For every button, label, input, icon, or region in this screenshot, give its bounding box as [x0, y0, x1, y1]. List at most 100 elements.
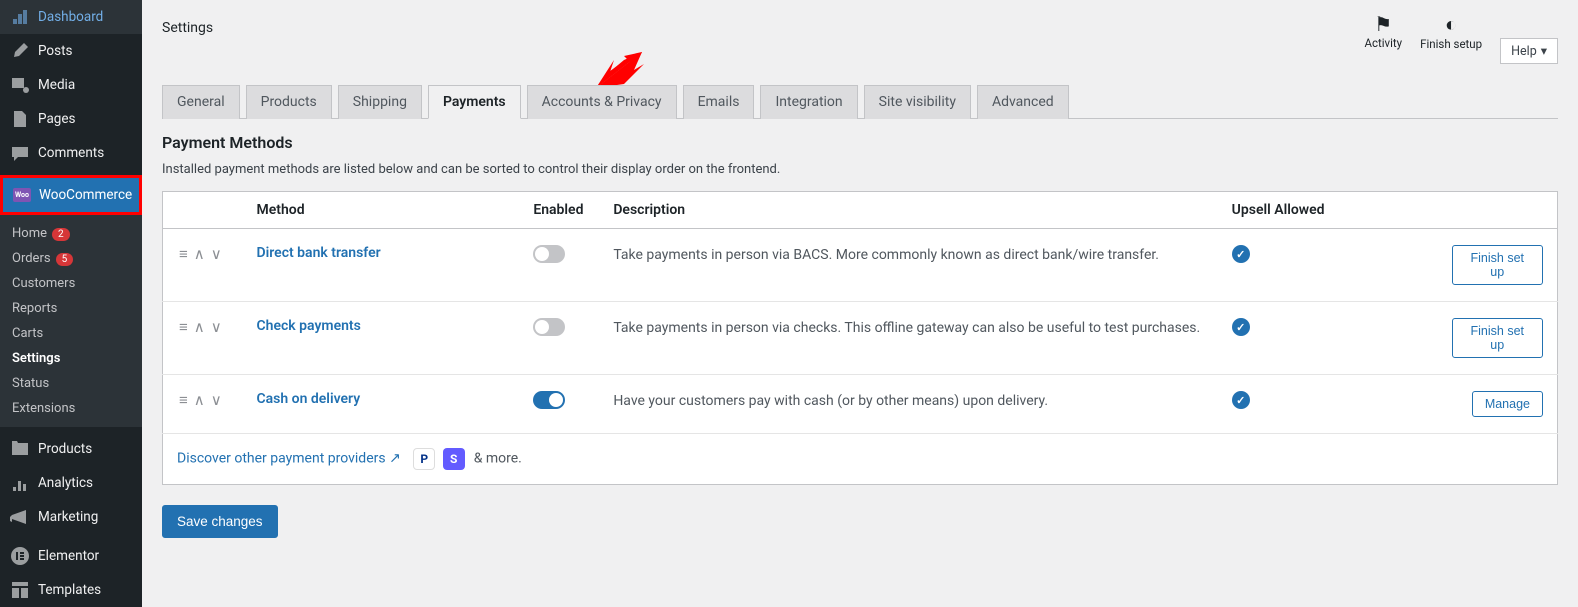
method-description: Take payments in person via BACS. More c… — [599, 229, 1217, 302]
sidebar-item-label: Templates — [38, 582, 101, 598]
sidebar-item-label: Comments — [38, 145, 104, 161]
main-content: Settings ⚑ Activity ◐ Finish setup Help … — [142, 0, 1578, 607]
payment-method-link[interactable]: Check payments — [257, 318, 361, 334]
finish-set-up-button[interactable]: Finish set up — [1452, 245, 1544, 285]
tab-general[interactable]: General — [162, 85, 240, 119]
enabled-toggle[interactable] — [533, 391, 565, 409]
tab-site-visibility[interactable]: Site visibility — [864, 85, 971, 119]
sidebar-item-dashboard[interactable]: Dashboard — [0, 0, 142, 34]
check-icon: ✓ — [1232, 318, 1250, 336]
submenu-item-settings[interactable]: Settings — [0, 346, 142, 371]
enabled-toggle[interactable] — [533, 318, 565, 336]
count-badge: 5 — [56, 253, 74, 266]
progress-icon: ◐ — [1420, 12, 1482, 37]
woocommerce-icon: Woo — [13, 185, 31, 205]
method-description: Have your customers pay with cash (or by… — [599, 375, 1217, 434]
sidebar-item-label: Products — [38, 441, 92, 457]
col-enabled: Enabled — [519, 192, 599, 229]
activity-button[interactable]: ⚑ Activity — [1364, 12, 1402, 50]
submenu-item-home[interactable]: Home2 — [0, 221, 142, 246]
sidebar-item-label: Analytics — [38, 475, 93, 491]
sort-handles: ≡∧∨ — [177, 391, 229, 409]
flag-icon: ⚑ — [1364, 12, 1402, 36]
drag-handle-icon[interactable]: ≡ — [177, 318, 190, 336]
sidebar-item-templates[interactable]: Templates — [0, 573, 142, 607]
discover-providers-link[interactable]: Discover other payment providers ↗ — [177, 451, 404, 467]
sort-handles: ≡∧∨ — [177, 245, 229, 263]
col-description: Description — [599, 192, 1217, 229]
tab-shipping[interactable]: Shipping — [338, 85, 422, 119]
payment-methods-table: Method Enabled Description Upsell Allowe… — [162, 191, 1558, 485]
move-down-icon[interactable]: ∨ — [209, 391, 224, 409]
sidebar-item-label: Posts — [38, 43, 72, 59]
check-icon: ✓ — [1232, 391, 1250, 409]
sidebar-item-label: Elementor — [38, 548, 99, 564]
sidebar-item-comments[interactable]: Comments — [0, 136, 142, 170]
sidebar-item-posts[interactable]: Posts — [0, 34, 142, 68]
sidebar-item-label: Dashboard — [38, 9, 103, 25]
settings-tabs: GeneralProductsShippingPaymentsAccounts … — [162, 84, 1558, 119]
sidebar-item-analytics[interactable]: Analytics — [0, 466, 142, 500]
sidebar-item-elementor[interactable]: Elementor — [0, 539, 142, 573]
count-badge: 2 — [52, 228, 70, 241]
sidebar-item-woocommerce[interactable]: Woo WooCommerce — [0, 175, 142, 215]
sidebar-item-label: Marketing — [38, 509, 98, 525]
sidebar-item-marketing[interactable]: Marketing — [0, 500, 142, 534]
posts-icon — [10, 41, 30, 61]
sidebar-item-label: Media — [38, 77, 75, 93]
sidebar-item-pages[interactable]: Pages — [0, 102, 142, 136]
section-description: Installed payment methods are listed bel… — [162, 162, 1558, 177]
move-down-icon[interactable]: ∨ — [209, 318, 224, 336]
col-method: Method — [243, 192, 520, 229]
page-title: Settings — [162, 12, 213, 36]
table-row: ≡∧∨ Check payments Take payments in person… — [163, 302, 1558, 375]
method-description: Take payments in person via checks. This… — [599, 302, 1217, 375]
help-dropdown[interactable]: Help ▾ — [1500, 38, 1558, 64]
section-title: Payment Methods — [162, 133, 1558, 152]
finish-set-up-button[interactable]: Finish set up — [1452, 318, 1544, 358]
marketing-icon — [10, 507, 30, 527]
enabled-toggle[interactable] — [533, 245, 565, 263]
manage-button[interactable]: Manage — [1472, 391, 1543, 417]
payment-method-link[interactable]: Cash on delivery — [257, 391, 361, 407]
submenu-item-status[interactable]: Status — [0, 371, 142, 396]
save-changes-button[interactable]: Save changes — [162, 505, 278, 538]
move-down-icon[interactable]: ∨ — [209, 245, 224, 263]
sidebar-item-media[interactable]: Media — [0, 68, 142, 102]
tab-emails[interactable]: Emails — [683, 85, 755, 119]
products-icon — [10, 439, 30, 459]
top-bar: Settings ⚑ Activity ◐ Finish setup Help … — [162, 0, 1558, 84]
paypal-icon: P — [413, 448, 435, 470]
tab-payments[interactable]: Payments — [428, 85, 521, 119]
drag-handle-icon[interactable]: ≡ — [177, 391, 190, 409]
table-row: ≡∧∨ Direct bank transfer Take payments in … — [163, 229, 1558, 302]
comments-icon — [10, 143, 30, 163]
submenu-item-carts[interactable]: Carts — [0, 321, 142, 346]
woocommerce-submenu: Home2Orders5CustomersReportsCartsSetting… — [0, 215, 142, 427]
drag-handle-icon[interactable]: ≡ — [177, 245, 190, 263]
tab-integration[interactable]: Integration — [760, 85, 857, 119]
analytics-icon — [10, 473, 30, 493]
submenu-item-orders[interactable]: Orders5 — [0, 246, 142, 271]
sidebar-item-products[interactable]: Products — [0, 432, 142, 466]
submenu-item-reports[interactable]: Reports — [0, 296, 142, 321]
stripe-icon: S — [443, 448, 465, 470]
col-upsell: Upsell Allowed — [1218, 192, 1438, 229]
pages-icon — [10, 109, 30, 129]
sidebar-item-label: WooCommerce — [39, 187, 132, 203]
move-up-icon[interactable]: ∧ — [192, 391, 207, 409]
tab-accounts-privacy[interactable]: Accounts & Privacy — [527, 85, 677, 119]
finish-setup-button[interactable]: ◐ Finish setup — [1420, 12, 1482, 51]
tab-products[interactable]: Products — [246, 85, 332, 119]
check-icon: ✓ — [1232, 245, 1250, 263]
admin-sidebar: Dashboard Posts Media Pages Comments Woo Woo… — [0, 0, 142, 607]
templates-icon — [10, 580, 30, 600]
submenu-item-extensions[interactable]: Extensions — [0, 396, 142, 421]
submenu-item-customers[interactable]: Customers — [0, 271, 142, 296]
tab-advanced[interactable]: Advanced — [977, 85, 1069, 119]
payment-method-link[interactable]: Direct bank transfer — [257, 245, 381, 261]
elementor-icon — [10, 546, 30, 566]
move-up-icon[interactable]: ∧ — [192, 318, 207, 336]
move-up-icon[interactable]: ∧ — [192, 245, 207, 263]
table-row: ≡∧∨ Cash on delivery Have your customers p… — [163, 375, 1558, 434]
